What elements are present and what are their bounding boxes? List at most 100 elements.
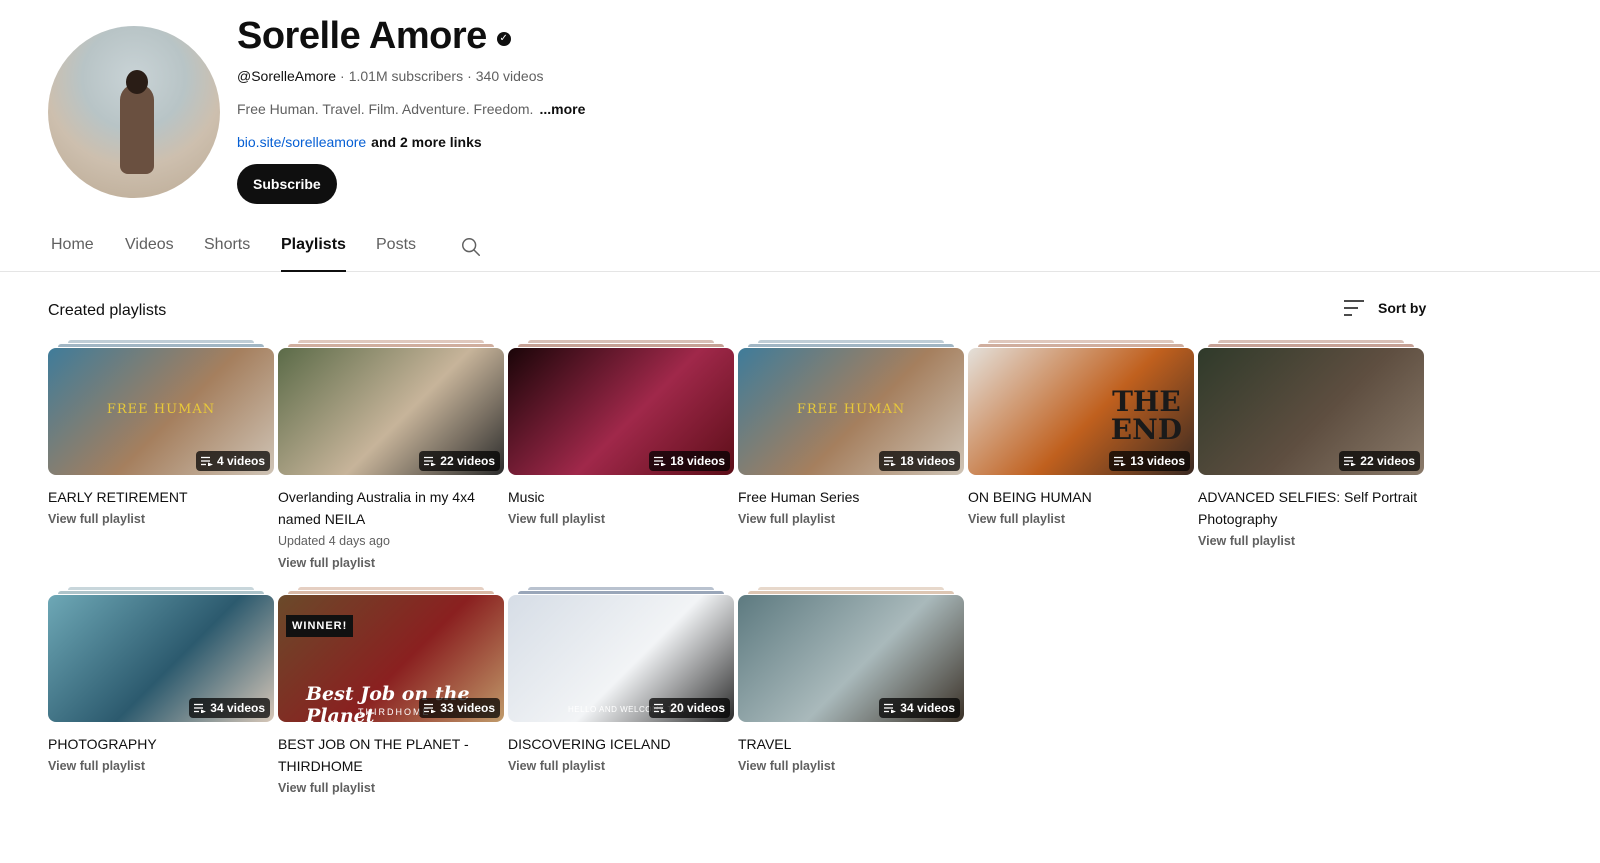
playlist-title[interactable]: ON BEING HUMAN: [968, 486, 1188, 508]
playlist-thumbnail[interactable]: 18 videos: [508, 348, 734, 475]
playlist-stack-edge: [748, 591, 954, 594]
view-full-playlist-link[interactable]: View full playlist: [1198, 530, 1418, 552]
video-count-badge: 18 videos: [879, 451, 960, 471]
playlist-stack-edge: [758, 340, 944, 343]
playlist-stack-edge: [988, 340, 1174, 343]
playlist-stack-edge: [1218, 340, 1404, 343]
playlist-stack-edge: [518, 591, 724, 594]
video-count-text: 33 videos: [440, 701, 495, 715]
view-full-playlist-link[interactable]: View full playlist: [508, 755, 728, 777]
subscribe-button[interactable]: Subscribe: [237, 164, 337, 204]
playlist-title[interactable]: Overlanding Australia in my 4x4 named NE…: [278, 486, 498, 530]
description-more-button[interactable]: ...more: [539, 101, 585, 117]
view-full-playlist-link[interactable]: View full playlist: [278, 552, 498, 574]
video-count-text: 22 videos: [1360, 454, 1415, 468]
video-count-badge: 22 videos: [419, 451, 500, 471]
view-full-playlist-link[interactable]: View full playlist: [48, 755, 268, 777]
tab-playlists[interactable]: Playlists: [281, 236, 346, 272]
playlist-thumbnail[interactable]: 22 videos: [278, 348, 504, 475]
tab-home[interactable]: Home: [51, 236, 94, 272]
sort-icon: [1344, 300, 1364, 316]
playlist-stack-edge: [68, 340, 254, 343]
playlist-stack-edge: [58, 591, 264, 594]
playlist-stack-edge: [288, 344, 494, 347]
avatar-figure: [120, 84, 154, 174]
thumbnail-overlay-text: THE END: [1110, 385, 1182, 446]
playlist-icon: [654, 703, 667, 713]
video-count-text: 20 videos: [670, 701, 725, 715]
video-count-text: 34 videos: [210, 701, 265, 715]
playlist-meta: Music View full playlist: [508, 486, 728, 530]
playlist-icon: [200, 456, 213, 466]
video-count-badge: 4 videos: [195, 451, 270, 471]
view-full-playlist-link[interactable]: View full playlist: [508, 508, 728, 530]
playlist-meta: Free Human Series View full playlist: [738, 486, 958, 530]
playlist-title[interactable]: BEST JOB ON THE PLANET - THIRDHOME: [278, 733, 498, 777]
playlist-title[interactable]: TRAVEL: [738, 733, 958, 755]
playlist-thumbnail[interactable]: 34 videos: [738, 595, 964, 722]
channel-tabs: Home Videos Shorts Playlists Posts: [0, 224, 1600, 272]
playlist-title[interactable]: DISCOVERING ICELAND: [508, 733, 728, 755]
video-count-text: 22 videos: [440, 454, 495, 468]
channel-title-row: Sorelle Amore ✓: [237, 14, 585, 57]
playlist-meta: EARLY RETIREMENT View full playlist: [48, 486, 268, 530]
playlist-thumbnail[interactable]: 34 videos: [48, 595, 274, 722]
playlist-title[interactable]: Music: [508, 486, 728, 508]
view-full-playlist-link[interactable]: View full playlist: [968, 508, 1188, 530]
playlist-thumbnail[interactable]: THE END 13 videos: [968, 348, 1194, 475]
channel-header: Sorelle Amore ✓ @SorelleAmore · 1.01M su…: [48, 14, 1548, 216]
view-full-playlist-link[interactable]: View full playlist: [48, 508, 268, 530]
channel-links: bio.site/sorelleamore and 2 more links: [237, 134, 585, 150]
playlist-stack-edge: [528, 587, 714, 590]
more-links-button[interactable]: and 2 more links: [371, 134, 481, 150]
channel-name: Sorelle Amore: [237, 14, 487, 57]
channel-avatar[interactable]: [48, 26, 220, 198]
playlist-meta: DISCOVERING ICELAND View full playlist: [508, 733, 728, 777]
playlist-title[interactable]: ADVANCED SELFIES: Self Portrait Photogra…: [1198, 486, 1418, 530]
playlist-icon: [654, 456, 667, 466]
playlist-meta: ADVANCED SELFIES: Self Portrait Photogra…: [1198, 486, 1418, 552]
playlist-thumbnail[interactable]: WINNER! Best Job on the Planet THIRDHOME 33…: [278, 595, 504, 722]
playlist-meta: TRAVEL View full playlist: [738, 733, 958, 777]
playlist-thumbnail[interactable]: HELLO AND WELCOME TO I 20 videos: [508, 595, 734, 722]
channel-meta: @SorelleAmore · 1.01M subscribers · 340 …: [237, 68, 585, 84]
playlist-icon: [884, 703, 897, 713]
search-icon[interactable]: [460, 236, 482, 258]
view-full-playlist-link[interactable]: View full playlist: [738, 755, 958, 777]
sort-by-button[interactable]: Sort by: [1342, 298, 1426, 318]
playlist-stack-edge: [978, 344, 1184, 347]
playlist-thumbnail[interactable]: 22 videos: [1198, 348, 1424, 475]
tab-videos[interactable]: Videos: [125, 236, 174, 272]
playlist-stack-edge: [58, 344, 264, 347]
playlist-stack-edge: [528, 340, 714, 343]
video-count-text: 4 videos: [216, 454, 265, 468]
video-count-text: 13 videos: [1130, 454, 1185, 468]
playlist-stack-edge: [748, 344, 954, 347]
playlist-title[interactable]: EARLY RETIREMENT: [48, 486, 268, 508]
playlist-title[interactable]: Free Human Series: [738, 486, 958, 508]
playlist-thumbnail[interactable]: FREE HUMAN 4 videos: [48, 348, 274, 475]
playlist-stack-edge: [758, 587, 944, 590]
playlist-stack-edge: [518, 344, 724, 347]
playlist-icon: [1114, 456, 1127, 466]
playlist-icon: [424, 456, 437, 466]
playlist-meta: Overlanding Australia in my 4x4 named NE…: [278, 486, 498, 574]
channel-link[interactable]: bio.site/sorelleamore: [237, 134, 366, 150]
video-count-badge: 18 videos: [649, 451, 730, 471]
verified-icon: ✓: [496, 32, 511, 46]
video-count-text: 18 videos: [900, 454, 955, 468]
playlist-title[interactable]: PHOTOGRAPHY: [48, 733, 268, 755]
avatar-figure-head: [126, 70, 148, 94]
meta-separator: ·: [467, 68, 472, 84]
playlist-meta: BEST JOB ON THE PLANET - THIRDHOME View f…: [278, 733, 498, 799]
view-full-playlist-link[interactable]: View full playlist: [738, 508, 958, 530]
channel-info: Sorelle Amore ✓ @SorelleAmore · 1.01M su…: [237, 14, 585, 204]
tab-posts[interactable]: Posts: [376, 236, 416, 272]
playlist-stack-edge: [68, 587, 254, 590]
playlist-icon: [1344, 456, 1357, 466]
tab-shorts[interactable]: Shorts: [204, 236, 250, 272]
playlist-stack-edge: [1208, 344, 1414, 347]
view-full-playlist-link[interactable]: View full playlist: [278, 777, 498, 799]
playlist-updated: Updated 4 days ago: [278, 534, 390, 548]
playlist-thumbnail[interactable]: FREE HUMAN 18 videos: [738, 348, 964, 475]
